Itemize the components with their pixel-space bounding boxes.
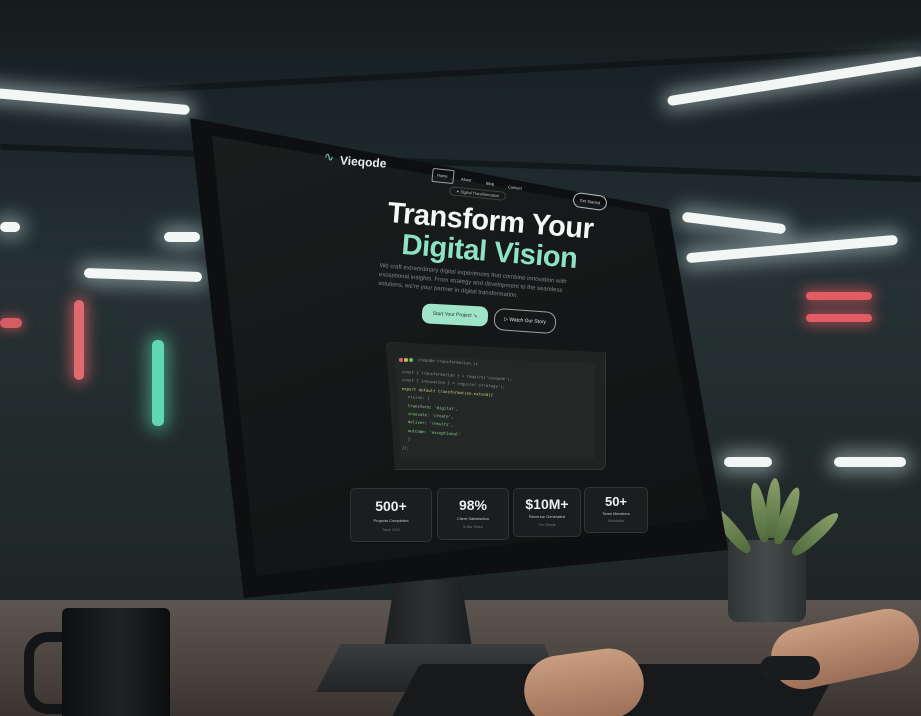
stat-card: 98% Client Satisfaction 5-Star Rated xyxy=(437,488,509,540)
stat-value: 500+ xyxy=(375,498,407,514)
window-minimize-dot xyxy=(404,358,408,362)
watch-story-button[interactable]: ▷ Watch Our Story xyxy=(493,307,557,335)
watch-story-label: Watch Our Story xyxy=(509,316,547,326)
code-line: } xyxy=(407,436,411,442)
code-line: }); xyxy=(401,444,410,451)
stat-sub: Since 2015 xyxy=(382,528,400,532)
nav-link-contact[interactable]: Contact xyxy=(508,184,522,190)
nav-link-about[interactable]: About xyxy=(461,176,472,182)
stat-label: Revenue Generated xyxy=(528,514,566,519)
stat-value: 50+ xyxy=(604,494,628,509)
get-started-button[interactable]: Get Started xyxy=(572,191,608,212)
logo-icon: ∿ xyxy=(323,149,335,165)
website-on-screen: ∿ Vieqode Home About Blog Contact Get St… xyxy=(0,0,921,716)
start-project-label: Start Your Project xyxy=(432,310,472,319)
arrow-icon: ↘ xyxy=(472,312,478,320)
stat-label: Team Members xyxy=(602,511,630,516)
stat-sub: 5-Star Rated xyxy=(463,525,483,529)
stat-card: $10M+ Revenue Generated For Clients xyxy=(513,488,581,537)
window-close-dot xyxy=(399,358,403,362)
window-maximize-dot xyxy=(409,358,413,362)
nav-link-home[interactable]: Home xyxy=(437,172,448,178)
stat-sub: For Clients xyxy=(538,523,556,527)
hero-badge: ✦ Digital Transformation xyxy=(448,186,507,201)
stat-sub: Worldwide xyxy=(607,519,625,523)
stat-value: $10M+ xyxy=(525,496,569,512)
start-project-button[interactable]: Start Your Project ↘ xyxy=(421,303,489,327)
play-icon: ▷ xyxy=(503,316,509,323)
stat-card: 50+ Team Members Worldwide xyxy=(584,487,648,533)
nav-link-blog[interactable]: Blog xyxy=(486,181,494,187)
stat-value: 98% xyxy=(458,497,488,513)
stat-card: 500+ Projects Completed Since 2015 xyxy=(350,488,432,542)
site-logo[interactable]: Vieqode xyxy=(340,153,387,170)
stat-label: Projects Completed xyxy=(373,518,409,523)
stat-label: Client Satisfaction xyxy=(456,516,489,521)
